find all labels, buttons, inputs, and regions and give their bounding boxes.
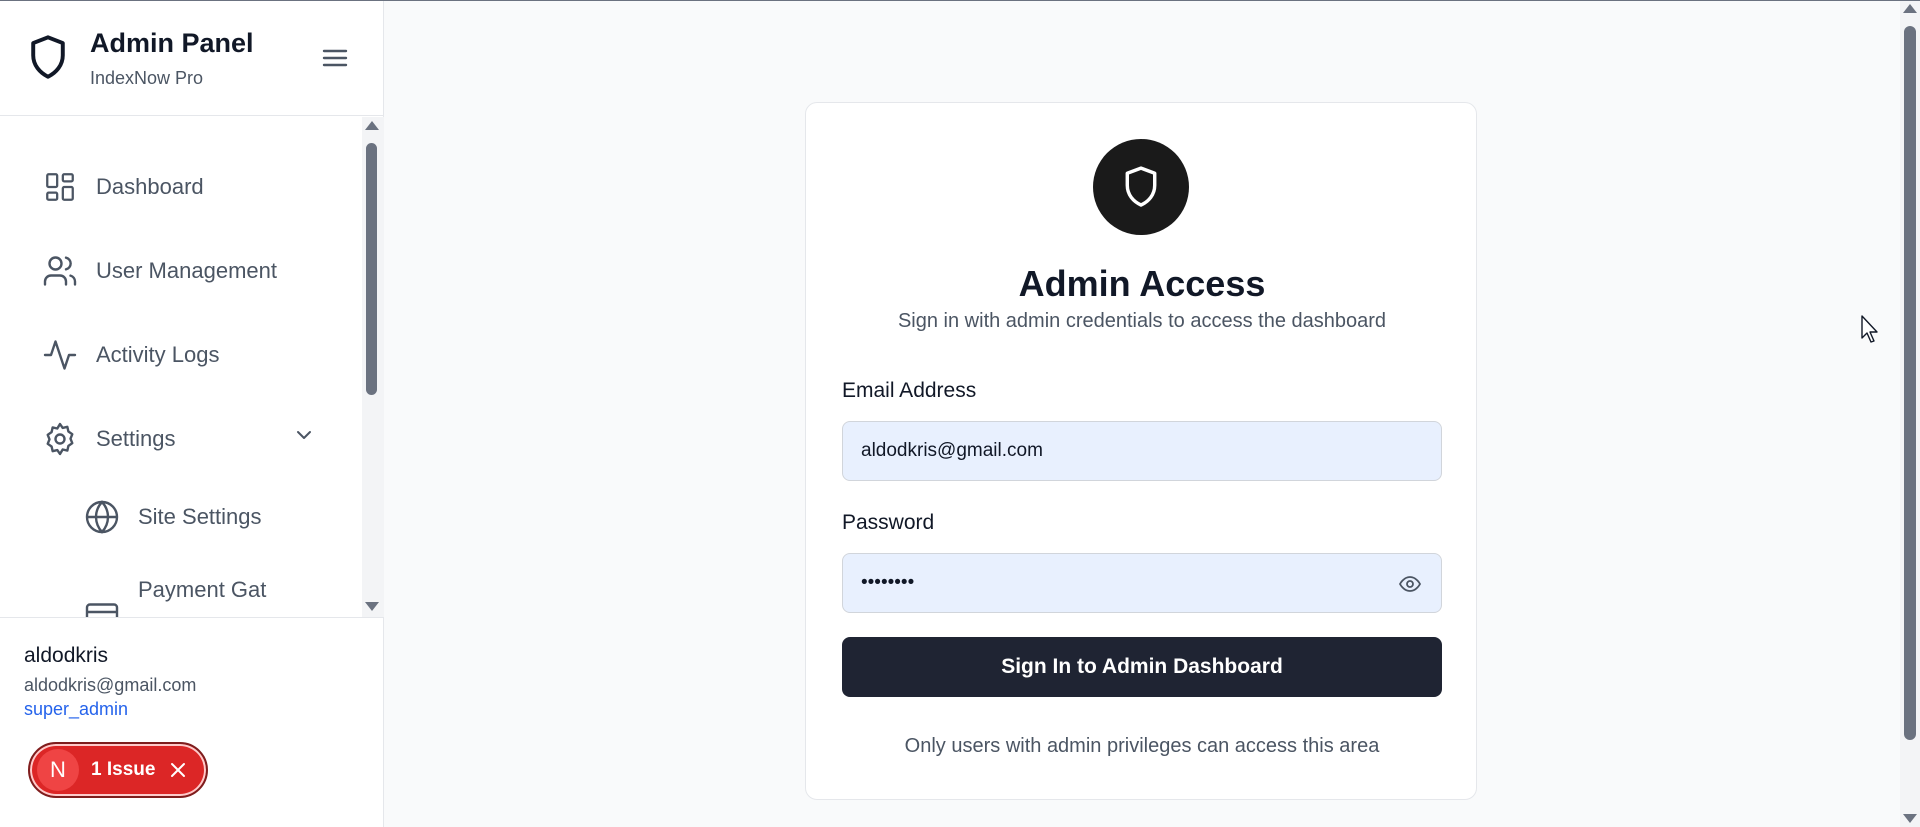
scroll-up-arrow[interactable] bbox=[1903, 4, 1917, 13]
sidebar-item-dashboard[interactable]: Dashboard bbox=[40, 162, 204, 212]
sidebar-item-activity-logs[interactable]: Activity Logs bbox=[40, 330, 220, 380]
email-value: aldodkris@gmail.com bbox=[861, 440, 1043, 461]
sidebar-title: Admin Panel bbox=[90, 28, 254, 58]
password-label: Password bbox=[842, 511, 935, 534]
sidebar-item-settings[interactable]: Settings bbox=[40, 414, 176, 464]
hamburger-icon[interactable] bbox=[320, 44, 350, 72]
main-content: Admin Access Sign in with admin credenti… bbox=[384, 0, 1901, 827]
issue-badge-logo: N bbox=[37, 749, 79, 791]
user-role: super_admin bbox=[24, 699, 129, 719]
login-title: Admin Access bbox=[1018, 263, 1266, 304]
shield-icon bbox=[1125, 166, 1157, 207]
mouse-cursor-icon bbox=[1861, 315, 1878, 343]
sidebar-nav: Dashboard User Management Activity Logs bbox=[0, 117, 383, 617]
sidebar-item-label: Activity Logs bbox=[96, 342, 220, 367]
sidebar-header: Admin Panel IndexNow Pro bbox=[0, 0, 383, 116]
close-icon[interactable] bbox=[169, 761, 187, 779]
login-subtitle: Sign in with admin credentials to access… bbox=[897, 310, 1387, 332]
sign-in-button[interactable]: Sign In to Admin Dashboard bbox=[842, 637, 1442, 697]
sidebar-item-label: Site Settings bbox=[138, 504, 262, 529]
issue-badge[interactable]: N 1 Issue bbox=[28, 742, 208, 798]
sidebar-item-user-management[interactable]: User Management bbox=[40, 246, 277, 296]
sidebar-item-payment[interactable]: Payment Gat bbox=[82, 575, 266, 617]
layout-dashboard-icon bbox=[40, 167, 80, 207]
scroll-down-arrow[interactable] bbox=[1903, 814, 1917, 823]
scrollbar-thumb[interactable] bbox=[1904, 26, 1916, 740]
password-value: •••••••• bbox=[861, 572, 915, 593]
globe-icon bbox=[82, 497, 122, 537]
page-scrollbar[interactable] bbox=[1900, 0, 1920, 827]
users-icon bbox=[40, 251, 80, 291]
sidebar: Admin Panel IndexNow Pro Dashboard User … bbox=[0, 0, 384, 827]
gear-icon bbox=[40, 419, 80, 459]
access-note: Only users with admin privileges can acc… bbox=[904, 735, 1380, 757]
shield-icon bbox=[31, 35, 65, 79]
login-card: Admin Access Sign in with admin credenti… bbox=[805, 102, 1477, 800]
sidebar-item-label: Dashboard bbox=[96, 174, 204, 199]
card-logo bbox=[1093, 139, 1189, 235]
sidebar-scrollbar[interactable] bbox=[362, 117, 384, 617]
eye-icon[interactable] bbox=[1397, 572, 1423, 596]
scroll-down-arrow[interactable] bbox=[365, 602, 379, 611]
sidebar-item-site-settings[interactable]: Site Settings bbox=[82, 492, 262, 542]
email-field[interactable]: aldodkris@gmail.com bbox=[842, 421, 1442, 481]
email-label: Email Address bbox=[842, 379, 977, 402]
user-email: aldodkris@gmail.com bbox=[24, 675, 197, 695]
activity-icon bbox=[40, 335, 80, 375]
top-border bbox=[0, 0, 1920, 1]
scroll-up-arrow[interactable] bbox=[365, 121, 379, 130]
password-field[interactable]: •••••••• bbox=[842, 553, 1442, 613]
sidebar-subtitle: IndexNow Pro bbox=[90, 68, 204, 88]
issue-count: 1 Issue bbox=[91, 759, 156, 780]
sidebar-item-label: Payment Gat bbox=[138, 577, 267, 602]
user-name: aldodkris bbox=[24, 644, 109, 667]
sidebar-item-label: User Management bbox=[96, 258, 277, 283]
credit-card-icon bbox=[82, 595, 122, 617]
sidebar-item-label: Settings bbox=[96, 426, 176, 451]
chevron-down-icon[interactable] bbox=[292, 423, 316, 447]
scrollbar-thumb[interactable] bbox=[366, 143, 377, 395]
